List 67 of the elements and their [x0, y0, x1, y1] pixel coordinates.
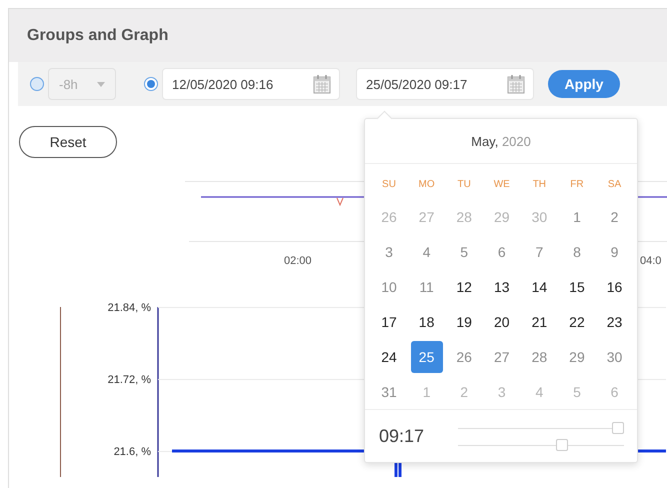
day-cell[interactable]: 24	[373, 341, 405, 373]
day-cell[interactable]: 10	[373, 271, 405, 303]
day-cell[interactable]: 29	[486, 201, 518, 233]
axis-label: 02:00	[284, 255, 312, 267]
day-cell[interactable]: 19	[448, 306, 480, 338]
day-cell[interactable]: 3	[486, 376, 518, 408]
date-field[interactable]: 25/05/2020 09:17	[356, 68, 534, 100]
day-cell[interactable]: 7	[523, 236, 556, 268]
day-cell[interactable]: 15	[560, 271, 593, 303]
slider-thumb[interactable]	[556, 438, 568, 450]
day-cell[interactable]: 4	[523, 376, 556, 408]
day-cell[interactable]: 17	[373, 306, 405, 338]
day-cell[interactable]: 20	[486, 306, 518, 338]
day-cell[interactable]: 23	[598, 306, 631, 338]
weekday-label: SU	[381, 178, 397, 192]
axis-label: 21.84, %	[108, 301, 151, 315]
axis-label: 21.6, %	[114, 445, 151, 459]
axis-label: 21.72, %	[108, 373, 151, 387]
reset-button[interactable]: Reset	[19, 126, 117, 158]
day-cell[interactable]: 6	[598, 376, 631, 408]
day-cell[interactable]: 9	[598, 236, 631, 268]
day-cell[interactable]: 11	[410, 271, 443, 303]
day-cell[interactable]: 28	[448, 201, 480, 233]
radio-button[interactable]	[144, 77, 158, 91]
day-cell[interactable]: 25	[410, 341, 443, 373]
axis-label: 04:0	[640, 255, 662, 267]
day-cell[interactable]: 14	[523, 271, 556, 303]
day-cell[interactable]: 2	[448, 376, 480, 408]
day-cell[interactable]: 13	[486, 271, 518, 303]
apply-button[interactable]: Apply	[548, 70, 620, 98]
day-cell[interactable]: 27	[410, 201, 443, 233]
weekday-label: TU	[456, 178, 472, 192]
slider-thumb[interactable]	[612, 422, 624, 434]
day-cell[interactable]: 3	[373, 236, 405, 268]
weekday-label: WE	[492, 178, 511, 192]
panel-title: Groups and Graph	[27, 26, 168, 44]
day-cell[interactable]: 8	[560, 236, 593, 268]
day-cell[interactable]: 4	[410, 236, 443, 268]
day-cell[interactable]: 21	[523, 306, 556, 338]
day-cell[interactable]: 31	[373, 376, 405, 408]
weekday-label: SA	[606, 178, 622, 192]
day-cell[interactable]: 26	[448, 341, 480, 373]
day-cell[interactable]: 1	[410, 376, 443, 408]
time-display: 09:17	[379, 426, 424, 446]
calendar-icon[interactable]	[507, 74, 525, 94]
day-cell[interactable]: 16	[598, 271, 631, 303]
day-cell[interactable]: 5	[560, 376, 593, 408]
day-cell[interactable]: 18	[410, 306, 443, 338]
day-cell[interactable]: 30	[598, 341, 631, 373]
day-cell[interactable]: 30	[523, 201, 556, 233]
calendar-icon[interactable]	[313, 74, 331, 94]
day-cell[interactable]: 12	[448, 271, 480, 303]
month-title: May, 2020	[471, 134, 531, 148]
day-cell[interactable]: 27	[486, 341, 518, 373]
day-cell[interactable]: 28	[523, 341, 556, 373]
date-field[interactable]: 12/05/2020 09:16	[162, 68, 340, 100]
day-cell[interactable]: 29	[560, 341, 593, 373]
day-cell[interactable]: 1	[560, 201, 593, 233]
day-cell[interactable]: 2	[598, 201, 631, 233]
caret-icon	[97, 82, 105, 86]
weekday-label: FR	[569, 178, 585, 192]
weekday-label: MO	[418, 178, 436, 192]
day-cell[interactable]: 26	[373, 201, 405, 233]
day-cell[interactable]: 5	[448, 236, 480, 268]
weekday-label: TH	[532, 178, 548, 192]
day-cell[interactable]: 6	[486, 236, 518, 268]
day-cell[interactable]: 22	[560, 306, 593, 338]
